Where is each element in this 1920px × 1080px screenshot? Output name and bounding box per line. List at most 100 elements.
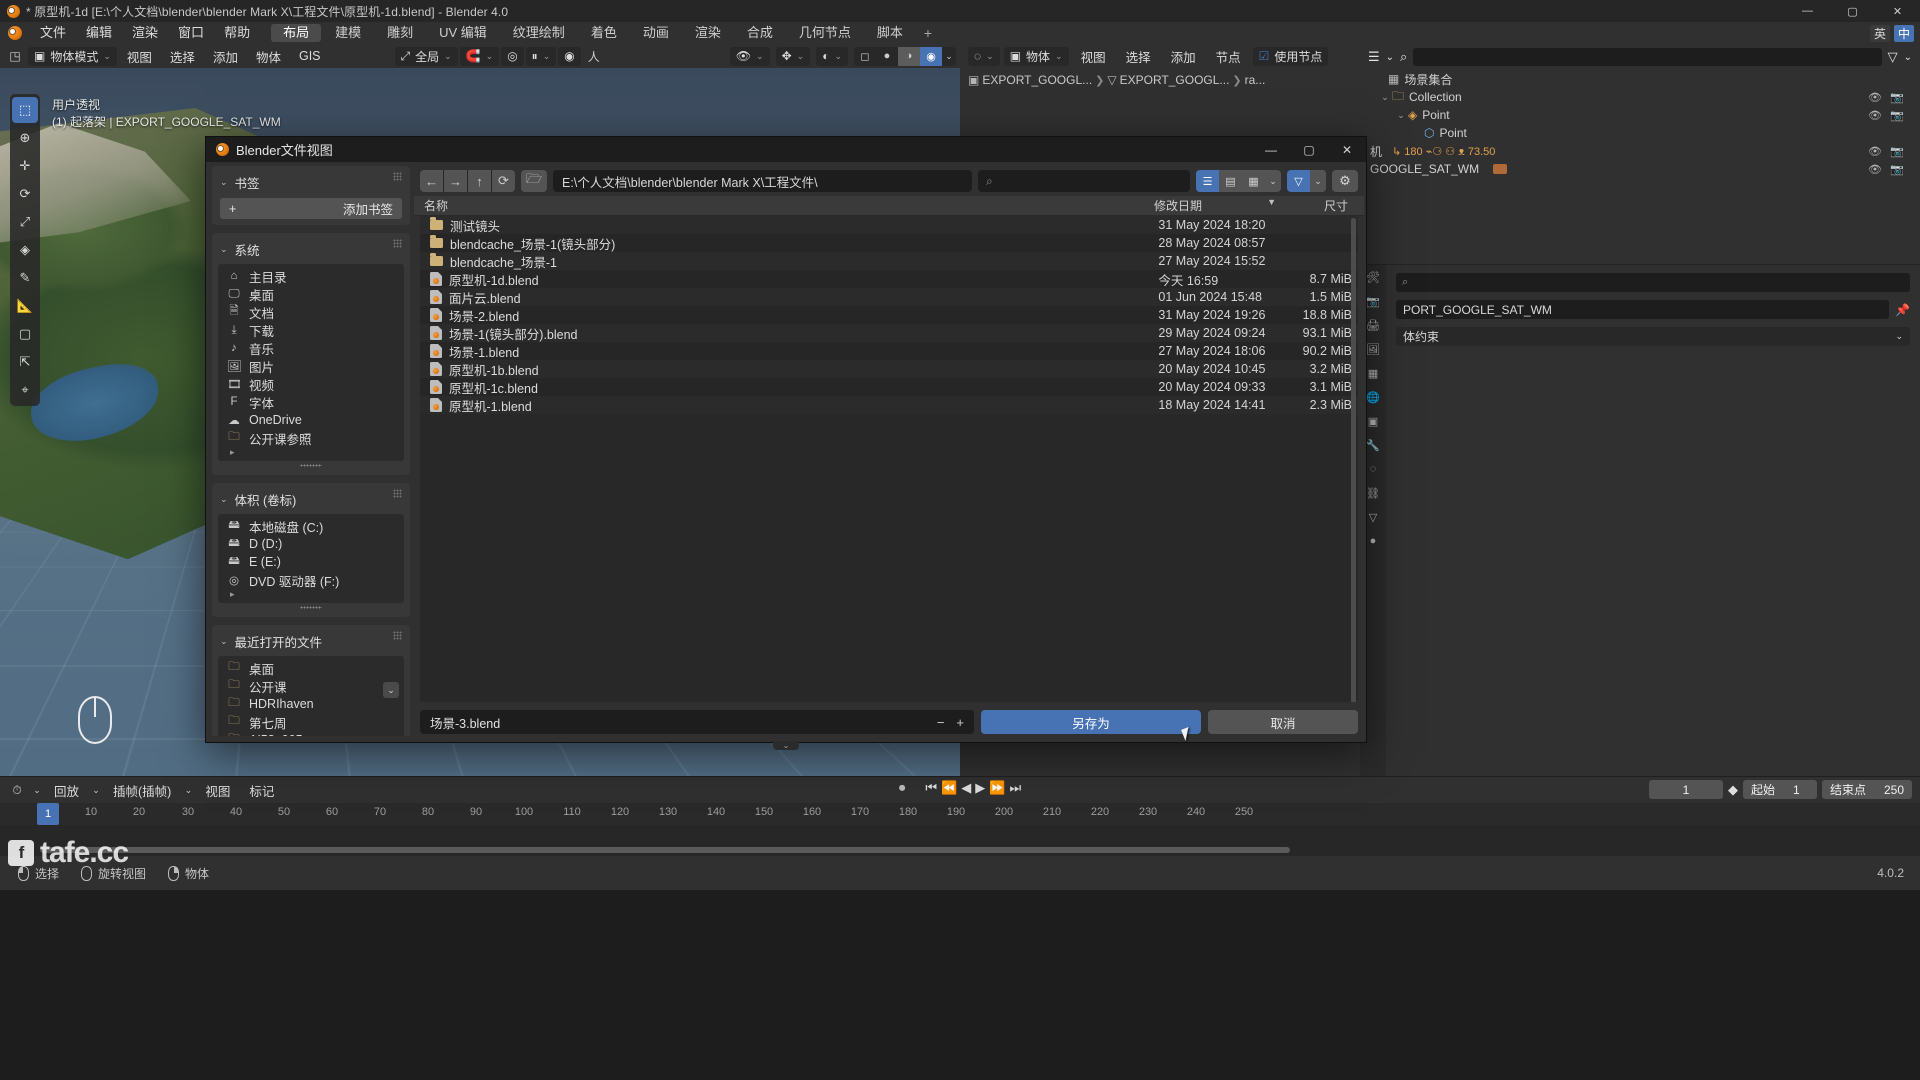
recent-item-desktop[interactable]: 🗀 桌面 bbox=[218, 659, 404, 677]
play-reverse-button[interactable]: ◀ bbox=[961, 780, 971, 796]
node-menu-node[interactable]: 节点 bbox=[1208, 47, 1249, 66]
transform-orientation-selector[interactable]: ⤢ 全局 ⌄ bbox=[394, 46, 458, 66]
close-button[interactable]: ✕ bbox=[1875, 0, 1920, 22]
outliner-row-machine[interactable]: 机 ↳ 180 ⌁⚆ ⚇ ᴥ 73.50 👁 📷 bbox=[1360, 142, 1920, 160]
jump-end-button[interactable]: ⏭ bbox=[1009, 780, 1021, 796]
workspace-tab-sculpting[interactable]: 雕刻 bbox=[375, 24, 425, 42]
visibility-eye-icon[interactable]: 👁 bbox=[1868, 163, 1882, 176]
recent-item-week7[interactable]: 🗀 第七周 bbox=[218, 713, 404, 731]
tool-annotate-icon[interactable]: ✎ bbox=[12, 265, 38, 291]
list-vertical-icon[interactable]: ☰ bbox=[1196, 170, 1219, 192]
outliner-row-point-data[interactable]: ⬡ Point bbox=[1360, 124, 1920, 142]
file-list-scrollbar[interactable] bbox=[1351, 218, 1356, 702]
workspace-tab-rendering[interactable]: 渲染 bbox=[683, 24, 733, 42]
table-row[interactable]: 原型机-1c.blend 20 May 2024 09:33 3.1 MiB bbox=[420, 378, 1358, 396]
render-camera-icon[interactable]: 📷 bbox=[1890, 163, 1904, 176]
table-row[interactable]: 场景-1.blend 27 May 2024 18:06 90.2 MiB bbox=[420, 342, 1358, 360]
workspace-tab-scripting[interactable]: 脚本 bbox=[865, 24, 915, 42]
tool-scale-icon[interactable]: ⤢ bbox=[12, 209, 38, 235]
maximize-button[interactable]: ▢ bbox=[1830, 0, 1875, 22]
visibility-selector[interactable]: 👁 ⌄ bbox=[729, 46, 770, 66]
end-frame-field[interactable]: 结束点 250 bbox=[1821, 780, 1912, 799]
decrement-button[interactable]: − bbox=[937, 715, 945, 730]
sidebar-item-videos[interactable]: 🎞 视频 bbox=[218, 375, 404, 393]
outliner-row-point-object[interactable]: ⌄ ◈ Point 👁 📷 bbox=[1360, 106, 1920, 124]
breadcrumb-item-0[interactable]: EXPORT_GOOGL... bbox=[982, 73, 1092, 87]
recent-item-ai58-005[interactable]: 🗀 AI58_005 bbox=[218, 731, 404, 737]
timeline-chevron-icon[interactable]: ⌄ bbox=[31, 780, 43, 800]
table-row[interactable]: 测试镜头 31 May 2024 18:20 bbox=[420, 216, 1358, 234]
tool-shear-icon[interactable]: ⌖ bbox=[12, 377, 38, 403]
file-browser-dialog[interactable]: Blender文件视图 — ▢ ✕ ⌄ 书签 + 添加书签 ⌄ 系统 ⌂ 主目录… bbox=[205, 136, 1367, 750]
refresh-button[interactable]: ⟳ bbox=[492, 170, 515, 192]
mirror-toggle[interactable]: ◉ bbox=[558, 46, 581, 66]
sidebar-item-downloads[interactable]: ⤓ 下载 bbox=[218, 321, 404, 339]
visibility-eye-icon[interactable]: 👁 bbox=[1868, 109, 1882, 122]
render-camera-icon[interactable]: 📷 bbox=[1890, 145, 1904, 158]
workspace-tab-modeling[interactable]: 建模 bbox=[323, 24, 373, 42]
panel-grip-icon[interactable] bbox=[393, 631, 402, 640]
menu-render[interactable]: 渲染 bbox=[122, 22, 168, 44]
tool-select-box-icon[interactable]: ⬚ bbox=[12, 97, 38, 123]
menu-file[interactable]: 文件 bbox=[30, 22, 76, 44]
tool-cursor-icon[interactable]: ⊕ bbox=[12, 125, 38, 151]
playback-chevron-icon[interactable]: ⌄ bbox=[90, 780, 102, 800]
pin-icon[interactable]: 📌 bbox=[1895, 303, 1910, 317]
sidebar-item-music[interactable]: ♪ 音乐 bbox=[218, 339, 404, 357]
panel-resize-grip[interactable] bbox=[212, 461, 410, 469]
ime-latin-icon[interactable]: 英 bbox=[1870, 24, 1890, 42]
timeline-ruler[interactable]: 1 10 20 30 40 50 60 70 80 90 100 110 120… bbox=[0, 803, 1920, 825]
recent-header[interactable]: ⌄ 最近打开的文件 bbox=[212, 629, 410, 654]
column-date[interactable]: 修改日期 ▼ bbox=[1154, 197, 1284, 214]
workspace-tab-compositing[interactable]: 合成 bbox=[735, 24, 785, 42]
disclosure-icon[interactable]: ⌄ bbox=[1378, 92, 1392, 103]
search-input[interactable]: ⌕ bbox=[978, 170, 1190, 192]
sidebar-item-fonts[interactable]: F 字体 bbox=[218, 393, 404, 411]
node-menu-select[interactable]: 选择 bbox=[1118, 47, 1159, 66]
blender-menu-logo-icon[interactable] bbox=[0, 26, 30, 40]
viewport-menu-object[interactable]: 物体 bbox=[248, 47, 289, 66]
object-name-field[interactable]: PORT_GOOGLE_SAT_WM bbox=[1396, 300, 1890, 319]
current-frame-field[interactable]: 1 bbox=[1648, 780, 1723, 799]
timeline-menu-marker[interactable]: 标记 bbox=[241, 781, 282, 800]
outliner-editor-type-icon[interactable]: ☰ bbox=[1368, 49, 1380, 65]
dialog-minimize-button[interactable]: — bbox=[1252, 137, 1290, 162]
snap-toggle[interactable]: 🧲 ⌄ bbox=[459, 46, 500, 66]
increment-button[interactable]: + bbox=[956, 715, 964, 730]
recent-item-public-class[interactable]: 🗀 公开课 bbox=[218, 677, 404, 695]
timeline-track-area[interactable] bbox=[0, 825, 1920, 857]
filename-input[interactable]: 场景-3.blend − + bbox=[420, 710, 974, 734]
jump-start-button[interactable]: ⏮ bbox=[925, 780, 937, 796]
panel-grip-icon[interactable] bbox=[393, 489, 402, 498]
start-frame-field[interactable]: 起始 1 bbox=[1742, 780, 1817, 799]
shading-options-chevron-icon[interactable]: ⌄ bbox=[942, 47, 956, 66]
object-mode-selector[interactable]: ▣ 物体模式 ⌄ bbox=[28, 46, 117, 66]
column-name[interactable]: 名称 bbox=[414, 197, 1154, 214]
display-options-chevron-icon[interactable]: ⌄ bbox=[1265, 170, 1281, 192]
sidebar-item-onedrive[interactable]: ☁ OneDrive bbox=[218, 411, 404, 429]
system-more-icon[interactable]: ▸ bbox=[218, 447, 404, 458]
outliner-filter-icon[interactable]: ⌕ bbox=[1400, 49, 1407, 65]
editor-type-selector[interactable]: ◌ ⌄ bbox=[968, 46, 1000, 66]
add-bookmark-button[interactable]: + 添加书签 bbox=[220, 198, 402, 219]
breadcrumb-item-2[interactable]: ra... bbox=[1245, 73, 1266, 87]
timeline-playhead[interactable]: 1 bbox=[37, 803, 59, 825]
filter-options-chevron-icon[interactable]: ⌄ bbox=[1310, 170, 1326, 192]
auto-keying-icon[interactable]: ⏺ bbox=[899, 780, 906, 796]
render-camera-icon[interactable]: 📷 bbox=[1890, 109, 1904, 122]
bookmarks-header[interactable]: ⌄ 书签 bbox=[212, 170, 410, 195]
tool-add-cube-icon[interactable]: ▢ bbox=[12, 321, 38, 347]
table-row[interactable]: blendcache_场景-1(镜头部分) 28 May 2024 08:57 bbox=[420, 234, 1358, 252]
tool-measure-icon[interactable]: 📐 bbox=[12, 293, 38, 319]
node-menu-add[interactable]: 添加 bbox=[1163, 47, 1204, 66]
dialog-maximize-button[interactable]: ▢ bbox=[1290, 137, 1328, 162]
workspace-tab-uv-editing[interactable]: UV 编辑 bbox=[427, 24, 499, 42]
outliner-funnel-icon[interactable]: ▽ bbox=[1888, 49, 1898, 65]
timeline-editor-type-icon[interactable]: ⏱ bbox=[6, 780, 28, 800]
use-nodes-toggle[interactable]: ☑ 使用节点 bbox=[1252, 46, 1329, 66]
sidebar-volume-c[interactable]: 🖴 本地磁盘 (C:) bbox=[218, 517, 404, 535]
table-row[interactable]: blendcache_场景-1 27 May 2024 15:52 bbox=[420, 252, 1358, 270]
next-keyframe-button[interactable]: ⏩ bbox=[989, 780, 1005, 796]
save-as-button[interactable]: 另存为 bbox=[981, 710, 1201, 734]
menu-help[interactable]: 帮助 bbox=[214, 22, 260, 44]
